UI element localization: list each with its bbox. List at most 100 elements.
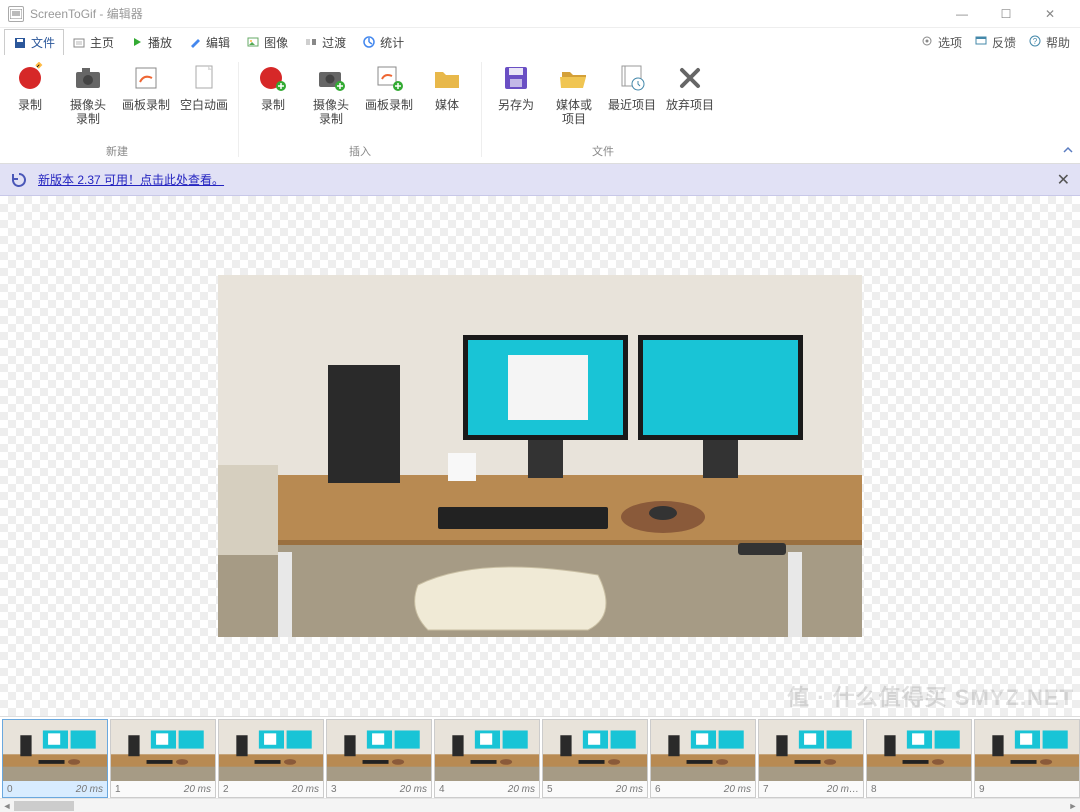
ribbon-webcam2-button[interactable]: 摄像头录制: [305, 58, 357, 141]
frame-preview: [218, 275, 862, 637]
home-icon: [72, 35, 86, 49]
tab-edit[interactable]: 编辑: [180, 29, 238, 55]
ribbon-mediaproj-button[interactable]: 媒体或项目: [548, 58, 600, 141]
frame-duration: 20 ms: [724, 784, 751, 795]
ribbon-button-label: 放弃项目: [666, 98, 714, 112]
frame-7[interactable]: 720 m…: [758, 719, 864, 798]
ribbon-button-label: 录制: [18, 98, 42, 112]
frame-duration: 20 ms: [616, 784, 643, 795]
frame-info: 220 ms: [219, 781, 323, 797]
frame-thumbnail: [3, 720, 107, 781]
frame-6[interactable]: 620 ms: [650, 719, 756, 798]
svg-text:?: ?: [1033, 37, 1038, 46]
scroll-left-button[interactable]: ◄: [0, 801, 14, 811]
tab-label: 播放: [148, 34, 172, 51]
toplink-feedback[interactable]: 反馈: [968, 30, 1022, 55]
transition-icon: [304, 35, 318, 49]
file-icon: [13, 36, 27, 50]
ribbon-saveas-button[interactable]: 另存为: [490, 58, 542, 141]
ribbon-group-label: 新建: [4, 141, 230, 163]
frame-duration: 20 ms: [292, 784, 319, 795]
camera-icon: [72, 62, 104, 94]
frame-4[interactable]: 4 20 ms: [434, 719, 540, 798]
scroll-grip[interactable]: [14, 801, 74, 811]
window-title: ScreenToGif - 编辑器: [30, 5, 940, 22]
tab-label: 过渡: [322, 34, 346, 51]
frame-thumbnail: [543, 720, 647, 781]
options-icon: [920, 34, 934, 51]
folder-icon: [431, 62, 463, 94]
toplink-help[interactable]: ?帮助: [1022, 30, 1076, 55]
frame-index: 9: [979, 784, 985, 795]
tab-file[interactable]: 文件: [4, 29, 64, 55]
board-icon: [130, 62, 162, 94]
tab-home[interactable]: 主页: [64, 29, 122, 55]
frames-strip[interactable]: 020 ms120 ms220 ms320 ms420 ms520 ms620 …: [0, 717, 1080, 798]
tab-label: 编辑: [206, 34, 230, 51]
frame-info: 720 m…: [759, 781, 863, 797]
frame-index: 0: [7, 784, 13, 795]
ribbon-board2-button[interactable]: 画板录制: [363, 58, 415, 141]
save-icon: [500, 62, 532, 94]
close-button[interactable]: ✕: [1028, 0, 1072, 28]
ribbon-webcam-button[interactable]: 摄像头录制: [62, 58, 114, 141]
frame-3[interactable]: 320 ms: [326, 719, 432, 798]
frame-index: 4: [439, 784, 445, 795]
frame-5[interactable]: 5 20 ms: [542, 719, 648, 798]
frame-1[interactable]: 120 ms: [110, 719, 216, 798]
frame-duration: 20 ms: [400, 784, 427, 795]
ribbon-button-label: 另存为: [498, 98, 534, 112]
notification-close-button[interactable]: ✕: [1057, 170, 1070, 190]
folder-open-icon: [558, 62, 590, 94]
frame-index: 5: [547, 784, 553, 795]
ribbon-record2-button[interactable]: 录制: [247, 58, 299, 141]
frame-info: 020 ms: [3, 781, 107, 797]
app-icon: [8, 6, 24, 22]
timeline-scrollbar[interactable]: ◄ ►: [0, 798, 1080, 812]
ribbon-group-label: 插入: [247, 141, 473, 163]
scroll-right-button[interactable]: ►: [1066, 801, 1080, 811]
ribbon-collapse-button[interactable]: [1062, 144, 1074, 159]
ribbon-media-button[interactable]: 媒体: [421, 58, 473, 141]
frame-thumbnail: [975, 720, 1079, 781]
preview-canvas[interactable]: [0, 196, 1080, 716]
tab-play[interactable]: 播放: [122, 29, 180, 55]
help-icon: ?: [1028, 34, 1042, 51]
frame-9[interactable]: 9: [974, 719, 1080, 798]
tab-stats[interactable]: 统计: [354, 29, 412, 55]
frame-duration: 20 ms: [508, 784, 535, 795]
maximize-button[interactable]: ☐: [984, 0, 1028, 28]
frame-thumbnail: [111, 720, 215, 781]
tab-transition[interactable]: 过渡: [296, 29, 354, 55]
ribbon-discard-button[interactable]: 放弃项目: [664, 58, 716, 141]
update-link[interactable]: 新版本 2.37 可用！点击此处查看。: [38, 171, 224, 188]
ribbon-record-button[interactable]: 录制: [4, 58, 56, 141]
ribbon-button-label: 画板录制: [365, 98, 413, 112]
image-icon: [246, 35, 260, 49]
frame-thumbnail: [435, 720, 539, 781]
tab-label: 主页: [90, 34, 114, 51]
tab-label: 统计: [380, 34, 404, 51]
frame-8[interactable]: 8: [866, 719, 972, 798]
ribbon-recent-button[interactable]: 最近项目: [606, 58, 658, 141]
toplink-label: 反馈: [992, 34, 1016, 51]
ribbon-button-label: 录制: [261, 98, 285, 112]
toplink-options[interactable]: 选项: [914, 30, 968, 55]
discard-icon: [674, 62, 706, 94]
camera-plus-icon: [315, 62, 347, 94]
ribbon-button-label: 媒体: [435, 98, 459, 112]
tab-image[interactable]: 图像: [238, 29, 296, 55]
ribbon-group-0: 录制 摄像头录制画板录制空白动画新建: [0, 56, 234, 163]
ribbon-blank-button[interactable]: 空白动画: [178, 58, 230, 141]
edit-icon: [188, 35, 202, 49]
update-notification: 新版本 2.37 可用！点击此处查看。 ✕: [0, 164, 1080, 196]
timeline: 020 ms120 ms220 ms320 ms420 ms520 ms620 …: [0, 716, 1080, 812]
frame-2[interactable]: 220 ms: [218, 719, 324, 798]
preview-image: [218, 275, 862, 637]
frame-thumbnail: [651, 720, 755, 781]
frame-thumbnail: [219, 720, 323, 781]
scroll-track[interactable]: [14, 801, 1066, 811]
frame-0[interactable]: 020 ms: [2, 719, 108, 798]
ribbon-board-button[interactable]: 画板录制: [120, 58, 172, 141]
minimize-button[interactable]: —: [940, 0, 984, 28]
